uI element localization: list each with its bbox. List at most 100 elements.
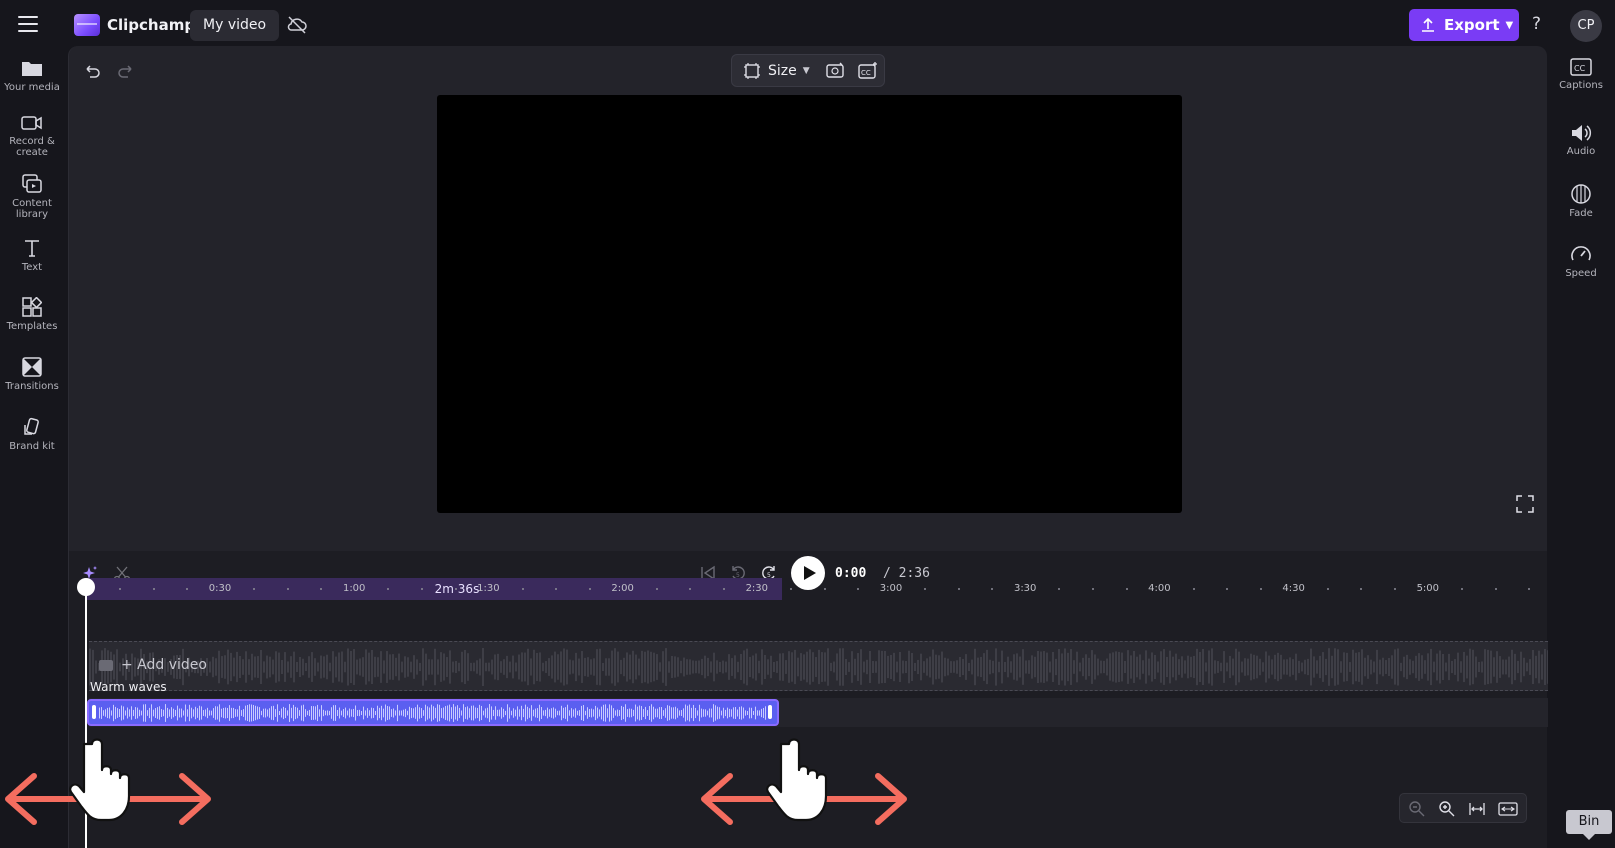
ruler-tick	[722, 588, 725, 590]
fade-icon	[1571, 184, 1591, 204]
fit-to-width-icon[interactable]	[1468, 800, 1486, 818]
ruler-tick	[790, 588, 792, 590]
sidebar-label: Record &	[9, 136, 55, 147]
bin-button[interactable]: Bin	[1566, 810, 1612, 840]
app-window: Clipchamp My video Export ▼ ? CP Your me…	[0, 0, 1615, 848]
svg-text:CC: CC	[1574, 64, 1586, 73]
captions-icon: CC	[1570, 58, 1592, 76]
sidebar-item-brand-kit[interactable]: Brand kit	[0, 417, 64, 452]
ruler-tick	[1528, 588, 1531, 590]
preview-toolbar: Size ▼ CC	[731, 54, 885, 87]
ruler-tick	[1226, 588, 1229, 590]
ruler-tick	[1326, 588, 1329, 590]
app-name: Clipchamp	[107, 16, 196, 34]
sidebar-item-record-create[interactable]: Record & create	[0, 114, 64, 158]
audio-clip-name: Warm waves	[90, 680, 167, 694]
track-waveform-background	[89, 648, 1548, 686]
playhead-handle[interactable]	[77, 578, 95, 598]
video-track-placeholder[interactable]: + Add video	[89, 641, 1548, 691]
sidebar-label: Brand kit	[9, 441, 55, 452]
video-preview-canvas[interactable]	[437, 95, 1182, 513]
brand-kit-icon	[24, 417, 39, 435]
sidebar-item-fade[interactable]: Fade	[1549, 184, 1613, 219]
ruler-tick	[1259, 588, 1262, 590]
ruler-tick	[655, 588, 658, 590]
audio-waveform	[99, 704, 766, 722]
sidebar-label: create	[16, 147, 48, 158]
add-video-button[interactable]: + Add video	[99, 657, 207, 673]
redo-icon[interactable]	[116, 62, 136, 82]
ruler-tick	[1461, 588, 1463, 590]
ruler-tick	[588, 588, 591, 590]
export-button[interactable]: Export ▼	[1409, 9, 1519, 41]
export-label: Export	[1444, 16, 1500, 34]
audio-icon	[1572, 125, 1592, 141]
ruler-tick	[286, 588, 289, 590]
ruler-tick	[957, 588, 960, 590]
clip-trim-handle-right[interactable]	[768, 705, 772, 719]
speed-icon	[1571, 246, 1591, 261]
sidebar-label: Text	[21, 262, 43, 273]
project-title[interactable]: My video	[190, 10, 280, 41]
ruler-tick	[1393, 588, 1396, 590]
svg-text:CC: CC	[861, 69, 871, 77]
left-sidebar: Your media Record & create Content libra…	[0, 50, 68, 848]
sidebar-label: Speed	[1565, 268, 1597, 279]
sidebar-item-audio[interactable]: Audio	[1549, 124, 1613, 157]
ruler-tick	[1125, 588, 1128, 590]
text-icon	[25, 240, 39, 257]
ruler-tick-label: 2:00	[611, 583, 634, 594]
timeline-panel: 5 5 0:00 / 2:36 2m 36s 0:30 1:00 1:30 2:00 2…	[68, 551, 1548, 848]
auto-captions-icon[interactable]: CC	[858, 61, 878, 81]
ruler-tick-label: 5:00	[1416, 583, 1440, 594]
background-icon[interactable]	[826, 61, 846, 81]
zoom-controls	[1399, 793, 1527, 823]
film-icon	[99, 659, 113, 671]
sidebar-label: Content	[12, 198, 52, 209]
ruler-tick	[420, 588, 423, 590]
content-library-icon	[22, 174, 42, 193]
zoom-out-icon[interactable]	[1408, 800, 1426, 818]
ruler-tick	[1192, 588, 1195, 590]
ruler-tick-label: 4:30	[1282, 583, 1305, 594]
playhead-line[interactable]	[85, 591, 87, 848]
zoom-in-icon[interactable]	[1438, 800, 1456, 818]
cloud-off-icon[interactable]	[286, 15, 308, 35]
ruler-tick	[1058, 588, 1061, 590]
help-icon[interactable]: ?	[1532, 14, 1541, 34]
size-button[interactable]: Size ▼	[744, 61, 810, 81]
templates-icon	[22, 297, 42, 317]
ruler-tick-label: 2:30	[745, 583, 769, 594]
fullscreen-icon[interactable]	[1516, 495, 1534, 513]
sidebar-label: Templates	[6, 321, 58, 332]
camera-icon	[21, 116, 42, 130]
sidebar-item-your-media[interactable]: Your media	[0, 58, 64, 93]
ruler-tick	[823, 588, 826, 590]
undo-icon[interactable]	[82, 62, 102, 82]
sidebar-label: Captions	[1559, 80, 1603, 91]
ruler-tick	[521, 588, 524, 590]
folder-icon	[22, 62, 42, 76]
right-sidebar: CC Captions Audio Fade Speed	[1547, 50, 1615, 848]
sidebar-item-templates[interactable]: Templates	[0, 297, 64, 332]
sidebar-item-speed[interactable]: Speed	[1549, 244, 1613, 279]
menu-icon[interactable]	[18, 16, 38, 32]
sidebar-item-transitions[interactable]: Transitions	[0, 357, 64, 392]
ruler-tick	[1494, 588, 1497, 590]
clip-trim-handle-left[interactable]	[92, 705, 96, 719]
avatar[interactable]: CP	[1570, 10, 1602, 42]
clipchamp-logo	[74, 14, 100, 36]
ruler-tick-label: 3:30	[1013, 583, 1037, 594]
time-ruler[interactable]: 2m 36s 0:30 1:00 1:30 2:00 2:30 3:00 3:30 4:00 4…	[85, 578, 1548, 600]
add-video-label: + Add video	[121, 657, 207, 673]
ruler-tick-label: 3:00	[879, 583, 903, 594]
ruler-tick	[1360, 588, 1363, 590]
audio-clip[interactable]	[87, 699, 779, 726]
sidebar-item-captions[interactable]: CC Captions	[1549, 58, 1613, 91]
aspect-ratio-icon	[744, 63, 760, 79]
sidebar-item-text[interactable]: Text	[0, 238, 64, 273]
sidebar-item-content-library[interactable]: Content library	[0, 174, 64, 220]
timeline-layout-icon[interactable]	[1498, 800, 1518, 818]
ruler-tick	[1091, 588, 1094, 590]
transitions-icon	[22, 357, 42, 377]
